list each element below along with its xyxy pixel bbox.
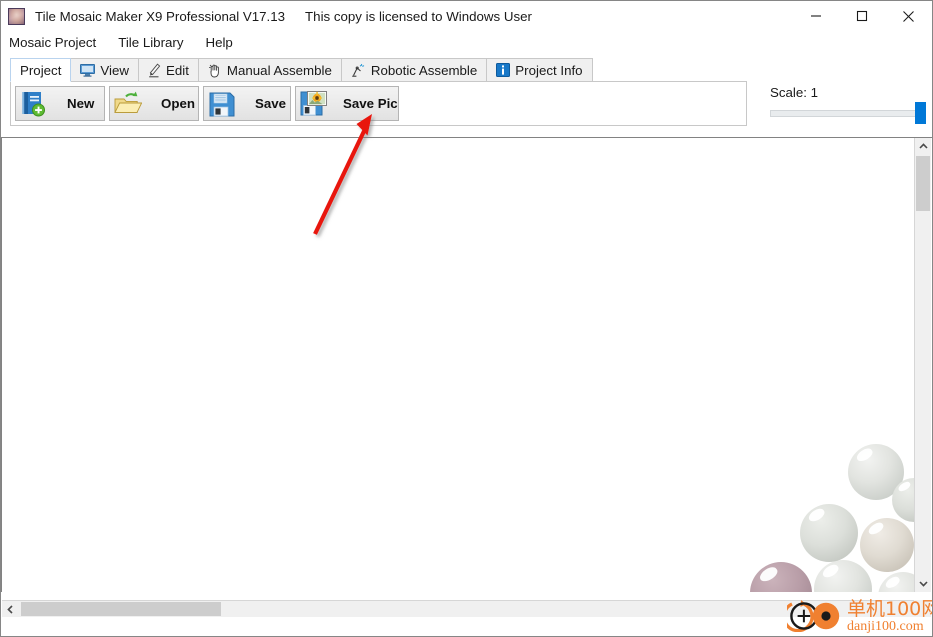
application-window: Tile Mosaic Maker X9 Professional V17.13… <box>0 0 933 637</box>
new-button[interactable]: New <box>15 86 105 121</box>
bead-grey-1 <box>800 504 858 562</box>
toolbar-button-row: New Open Save Save Pic <box>15 86 399 121</box>
minimize-button[interactable] <box>793 1 839 31</box>
toolbar-label: Open <box>161 96 195 111</box>
tab-label: View <box>100 62 129 78</box>
scale-slider-track[interactable] <box>770 110 926 117</box>
status-strip <box>2 618 931 636</box>
scroll-up-button[interactable] <box>915 138 931 155</box>
robot-arm-icon <box>351 63 366 78</box>
scroll-down-button[interactable] <box>915 575 931 592</box>
vertical-scrollbar-thumb[interactable] <box>916 156 930 211</box>
toolbar-panel: New Open Save Save Pic <box>10 81 747 126</box>
minimize-icon <box>811 15 821 17</box>
maximize-icon <box>856 10 868 22</box>
toolbar-label: Save Pic <box>343 96 398 111</box>
open-button[interactable]: Open <box>109 86 199 121</box>
menu-item-mosaic-project[interactable]: Mosaic Project <box>9 35 96 50</box>
tab-edit[interactable]: Edit <box>138 58 199 82</box>
vertical-scrollbar[interactable] <box>914 138 931 592</box>
toolbar-label: Save <box>255 96 287 111</box>
tab-manual-assemble[interactable]: Manual Assemble <box>198 58 342 82</box>
new-document-icon <box>18 88 49 119</box>
chevron-down-icon <box>918 581 928 587</box>
toolbar-label: New <box>67 96 95 111</box>
open-folder-icon <box>112 88 143 119</box>
tab-robotic-assemble[interactable]: Robotic Assemble <box>341 58 488 82</box>
scale-label: Scale: 1 <box>770 85 819 100</box>
chevron-up-icon <box>918 143 928 149</box>
menu-item-help[interactable]: Help <box>205 35 232 50</box>
maximize-button[interactable] <box>839 1 885 31</box>
scrollbar-corner <box>914 600 931 617</box>
window-title: Tile Mosaic Maker X9 Professional V17.13 <box>35 9 286 24</box>
license-notice: This copy is licensed to Windows User <box>305 9 532 24</box>
tab-strip: Project View Edit Manual Assemble Roboti… <box>10 58 593 82</box>
info-icon <box>496 63 511 77</box>
monitor-icon <box>80 63 96 77</box>
horizontal-scrollbar-thumb[interactable] <box>21 602 221 616</box>
menu-bar: Mosaic Project Tile Library Help <box>1 32 932 53</box>
scale-control: Scale: 1 <box>755 82 931 126</box>
menu-item-tile-library[interactable]: Tile Library <box>118 35 183 50</box>
bead-grey-5 <box>814 560 872 592</box>
bead-warm-1 <box>860 518 914 572</box>
close-icon <box>902 10 914 22</box>
tab-label: Project <box>20 62 62 78</box>
save-picture-icon <box>298 88 329 119</box>
workspace <box>1 137 932 636</box>
tab-project-info[interactable]: Project Info <box>487 58 593 82</box>
bead-mauve <box>750 562 812 592</box>
mosaic-canvas[interactable] <box>2 138 914 592</box>
save-picture-button[interactable]: Save Pic <box>295 86 399 121</box>
scale-slider[interactable] <box>770 102 930 124</box>
scale-slider-thumb[interactable] <box>915 102 926 124</box>
tab-label: Edit <box>165 62 189 78</box>
tab-label: Project Info <box>515 62 583 78</box>
photo-thumbnail-icon <box>8 8 25 25</box>
close-button[interactable] <box>885 1 931 31</box>
hand-icon <box>208 63 222 78</box>
tab-label: Manual Assemble <box>226 62 332 78</box>
title-bar: Tile Mosaic Maker X9 Professional V17.13… <box>1 1 932 32</box>
save-button[interactable]: Save <box>203 86 291 121</box>
horizontal-scrollbar[interactable] <box>2 600 914 617</box>
pencil-icon <box>148 63 161 78</box>
tab-view[interactable]: View <box>71 58 139 82</box>
tab-label: Robotic Assemble <box>370 62 478 78</box>
floppy-disk-icon <box>206 88 237 119</box>
chevron-left-icon <box>7 604 13 614</box>
bead-grey-4 <box>878 572 914 592</box>
tab-project[interactable]: Project <box>10 58 72 82</box>
scroll-left-button[interactable] <box>2 601 19 617</box>
